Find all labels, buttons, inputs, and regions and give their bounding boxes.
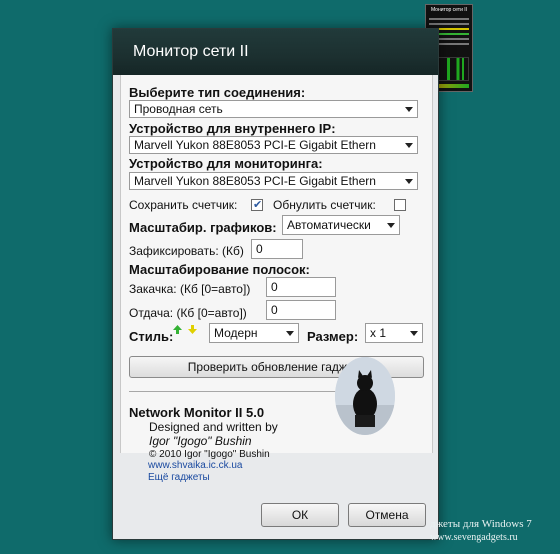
upload-input[interactable]: 0 <box>266 300 336 320</box>
style-select[interactable]: Модерн <box>209 323 299 343</box>
connection-type-value: Проводная сеть <box>134 102 223 116</box>
download-label: Закачка: (Кб [0=авто]) <box>129 282 251 296</box>
about-name: Network Monitor II 5.0 <box>129 405 265 420</box>
chevron-down-icon <box>286 331 294 336</box>
chevron-down-icon <box>405 107 413 112</box>
upload-label: Отдача: (Кб [0=авто]) <box>129 306 247 320</box>
ok-button[interactable]: ОК <box>261 503 339 527</box>
dialog-title: Монитор сети II <box>133 43 249 60</box>
style-value: Модерн <box>214 326 258 340</box>
monitoring-device-value: Marvell Yukon 88E8053 PCI-E Gigabit Ethe… <box>134 174 376 188</box>
monitoring-device-select[interactable]: Marvell Yukon 88E8053 PCI-E Gigabit Ethe… <box>129 172 418 190</box>
chevron-down-icon <box>405 179 413 184</box>
chevron-down-icon <box>410 331 418 336</box>
bar-scale-label: Масштабирование полосок: <box>129 262 310 277</box>
watermark-line1: джеты для Windows 7 <box>430 518 532 530</box>
monitoring-device-label: Устройство для мониторинга: <box>129 156 323 171</box>
fix-input[interactable]: 0 <box>251 239 303 259</box>
reset-counter-label: Обнулить счетчик: <box>273 198 376 212</box>
divider <box>129 391 337 392</box>
author-cat-photo <box>335 357 395 435</box>
arrow-up-icon[interactable] <box>173 325 182 334</box>
connection-type-select[interactable]: Проводная сеть <box>129 100 418 118</box>
style-label: Стиль: <box>129 329 174 344</box>
save-counter-label: Сохранить счетчик: <box>129 198 238 212</box>
graph-scale-select[interactable]: Автоматически <box>282 215 400 235</box>
graph-scale-value: Автоматически <box>287 218 371 232</box>
watermark-site: www.sevengadgets.ru <box>430 532 518 543</box>
dialog-titlebar[interactable]: Монитор сети II <box>113 29 438 75</box>
chevron-down-icon <box>405 143 413 148</box>
more-gadgets-link[interactable]: Ещё гаджеты <box>148 472 210 483</box>
site-link[interactable]: www.shvaika.ic.ck.ua <box>148 460 242 471</box>
about-copyright: © 2010 Igor "Igogo" Bushin <box>149 449 270 460</box>
watermark: джеты для Windows 7 www.sevengadgets.ru <box>430 518 532 544</box>
connection-type-label: Выберите тип соединения: <box>129 85 306 100</box>
checkmark-icon: ✔ <box>253 199 263 211</box>
about-designed: Designed and written by <box>149 420 278 434</box>
internal-ip-device-value: Marvell Yukon 88E8053 PCI-E Gigabit Ethe… <box>134 138 376 152</box>
size-label: Размер: <box>307 329 359 344</box>
size-value: x 1 <box>370 326 387 340</box>
download-input[interactable]: 0 <box>266 277 336 297</box>
gadget-title: Монитор сети II <box>430 7 468 13</box>
internal-ip-device-label: Устройство для внутреннего IP: <box>129 121 336 136</box>
cancel-button[interactable]: Отмена <box>348 503 426 527</box>
save-counter-checkbox[interactable]: ✔ <box>251 199 263 211</box>
chevron-down-icon <box>387 223 395 228</box>
about-author: Igor "Igogo" Bushin <box>149 434 252 448</box>
reset-counter-checkbox[interactable] <box>394 199 406 211</box>
graph-scale-label: Масштабир. графиков: <box>129 220 277 235</box>
arrow-down-icon[interactable] <box>188 325 197 334</box>
fix-label: Зафиксировать: (Кб) <box>129 244 244 258</box>
size-select[interactable]: x 1 <box>365 323 423 343</box>
internal-ip-device-select[interactable]: Marvell Yukon 88E8053 PCI-E Gigabit Ethe… <box>129 136 418 154</box>
settings-dialog: Монитор сети II Выберите тип соединения:… <box>112 28 439 540</box>
